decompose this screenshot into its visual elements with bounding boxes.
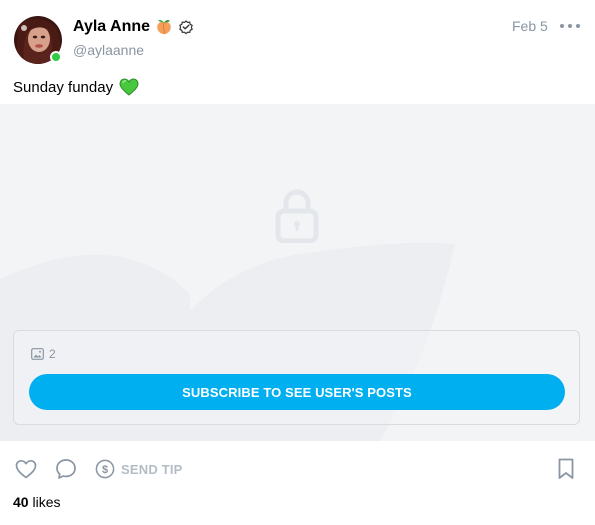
bookmark-icon[interactable] [556,457,576,481]
more-options-icon[interactable] [560,18,580,34]
likes-count[interactable]: 40 likes [13,494,60,510]
subscribe-panel: 2 SUBSCRIBE TO SEE USER'S POSTS [13,330,580,425]
likes-label: likes [32,494,61,510]
image-icon [31,348,44,360]
send-tip-label: SEND TIP [121,461,183,477]
svg-text:$: $ [102,464,108,476]
author-name[interactable]: Ayla Anne [73,18,150,36]
media-count: 2 [31,347,56,361]
media-count-value: 2 [49,347,56,361]
lock-icon [275,189,319,243]
locked-media-area[interactable]: 2 SUBSCRIBE TO SEE USER'S POSTS [0,104,595,441]
post-card: Ayla Anne @aylaanne Feb 5 Sunday funday [0,0,595,525]
likes-number: 40 [13,494,29,510]
post-date[interactable]: Feb 5 [512,18,548,34]
post-caption: Sunday funday [13,78,139,96]
comment-icon[interactable] [54,457,78,481]
dollar-coin-icon: $ [95,459,115,479]
author-handle[interactable]: @aylaanne [73,42,144,58]
green-heart-icon [119,78,139,96]
post-actions: $ SEND TIP [0,455,595,483]
verified-check-icon [179,20,193,35]
like-heart-icon[interactable] [14,457,38,481]
online-status-indicator [50,51,62,63]
caption-text: Sunday funday [13,78,114,96]
send-tip-button[interactable]: $ SEND TIP [95,457,183,481]
subscribe-button[interactable]: SUBSCRIBE TO SEE USER'S POSTS [29,374,565,410]
peach-emoji-icon [157,19,171,35]
